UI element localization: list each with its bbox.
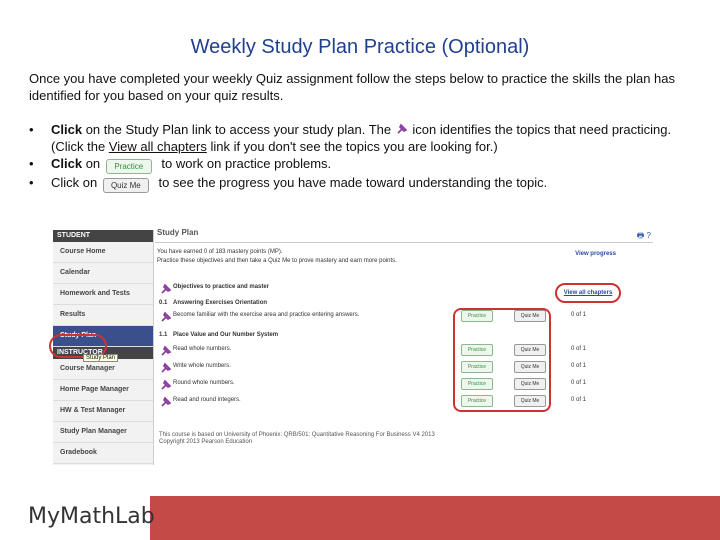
footer-line-2: Copyright 2013 Pearson Education — [159, 439, 253, 445]
practice-quiz-highlight — [453, 308, 551, 412]
print-help-icons[interactable]: 🖶 ? — [637, 230, 651, 244]
objective-text: Round whole numbers. — [173, 380, 235, 386]
mymathlab-logo: MyMathLab — [0, 496, 155, 540]
pin-icon — [397, 123, 408, 134]
pin-icon — [161, 362, 172, 373]
sidebar-item-results[interactable]: Results — [53, 305, 153, 326]
mastery-line-2: Practice these objectives and then take … — [157, 258, 397, 264]
objective-text: Read and round integers. — [173, 397, 241, 403]
objective-text: Become familiar with the exercise area a… — [173, 312, 360, 318]
sidebar-item-calendar[interactable]: Calendar — [53, 263, 153, 284]
intro-text: Once you have completed your weekly Quiz… — [29, 71, 676, 103]
bullet-1-bold: Click — [51, 122, 83, 137]
table-row: 1.1 Place Value and Our Number System — [159, 330, 649, 342]
sidebar-student-head: STUDENT — [53, 230, 153, 242]
bullet-2: • Click on Practice to work on practice … — [29, 155, 699, 174]
study-plan-screenshot: STUDENT Course Home Calendar Homework an… — [49, 220, 653, 465]
sidebar-item-course-home[interactable]: Course Home — [53, 242, 153, 263]
progress-text: 0 of 1 — [571, 397, 587, 403]
study-plan-main: Study Plan 🖶 ? You have earned 0 of 183 … — [155, 228, 653, 465]
sidebar-item-home-page-manager[interactable]: Home Page Manager — [53, 380, 153, 401]
sidebar-item-gradebook[interactable]: Gradebook — [53, 443, 153, 464]
bullet-1-text: on the Study Plan link to access your st… — [82, 122, 395, 137]
bullet-3-text: Click on — [51, 175, 101, 190]
footer-line-1: This course is based on University of Ph… — [159, 432, 435, 438]
study-plan-header: Study Plan — [155, 228, 653, 243]
bullet-2-text: on — [82, 156, 104, 171]
bullet-3: • Click on Quiz Me to see the progress y… — [29, 174, 699, 193]
view-all-chapters-link: View all chapters — [108, 139, 207, 154]
progress-text: 0 of 1 — [571, 346, 587, 352]
progress-text: 0 of 1 — [571, 363, 587, 369]
course-sidebar: STUDENT Course Home Calendar Homework an… — [49, 230, 154, 465]
sidebar-item-hw-test-manager[interactable]: HW & Test Manager — [53, 401, 153, 422]
table-row: Round whole numbers. Practice Quiz Me 0 … — [159, 378, 649, 390]
slide-title: Weekly Study Plan Practice (Optional) — [190, 36, 530, 58]
study-plan-tooltip: Study Plan — [83, 354, 119, 362]
logo-text: MyMathLab — [28, 504, 155, 529]
table-row: Read and round integers. Practice Quiz M… — [159, 395, 649, 407]
pin-icon — [161, 379, 172, 390]
table-row: 0.1 Answering Exercises Orientation — [159, 298, 649, 310]
sidebar-item-course-manager[interactable]: Course Manager — [53, 359, 153, 380]
table-row: Write whole numbers. Practice Quiz Me 0 … — [159, 361, 649, 373]
section-title: Answering Exercises Orientation — [173, 300, 268, 306]
objectives-head-text: Objectives to practice and master — [173, 284, 270, 290]
pin-icon — [161, 311, 172, 322]
table-row: Read whole numbers. Practice Quiz Me 0 o… — [159, 344, 649, 356]
quiz-me-button-image: Quiz Me — [102, 178, 149, 193]
bullet-1-text3: link if you don't see the topics you are… — [206, 139, 498, 154]
pin-icon — [161, 345, 172, 356]
objective-text: Write whole numbers. — [173, 363, 231, 369]
table-row: Become familiar with the exercise area a… — [159, 310, 649, 322]
view-progress-link[interactable]: View progress — [575, 251, 616, 257]
course-footer: This course is based on University of Ph… — [159, 432, 435, 446]
sidebar-item-study-plan-manager[interactable]: Study Plan Manager — [53, 422, 153, 443]
bullet-2-bold: Click — [51, 156, 83, 171]
bullet-1: • Click on the Study Plan link to access… — [29, 122, 672, 154]
progress-text: 0 of 1 — [571, 312, 587, 318]
section-title: Place Value and Our Number System — [173, 332, 279, 338]
bullet-2-text2: to work on practice problems. — [157, 156, 332, 171]
progress-text: 0 of 1 — [571, 380, 587, 386]
bullet-3-text2: to see the progress you have made toward… — [154, 175, 548, 190]
section-number: 1.1 — [159, 332, 168, 338]
instruction-list: • Click on the Study Plan link to access… — [29, 121, 699, 193]
section-number: 0.1 — [159, 300, 168, 306]
sidebar-item-homework[interactable]: Homework and Tests — [53, 284, 153, 305]
objectives-head: Objectives to practice and master — [159, 282, 649, 294]
objective-text: Read whole numbers. — [173, 346, 232, 352]
pin-icon — [161, 396, 172, 407]
footer-bar: MyMathLab — [0, 496, 720, 540]
pin-icon — [161, 283, 172, 294]
practice-button-image: Practice — [105, 159, 152, 174]
